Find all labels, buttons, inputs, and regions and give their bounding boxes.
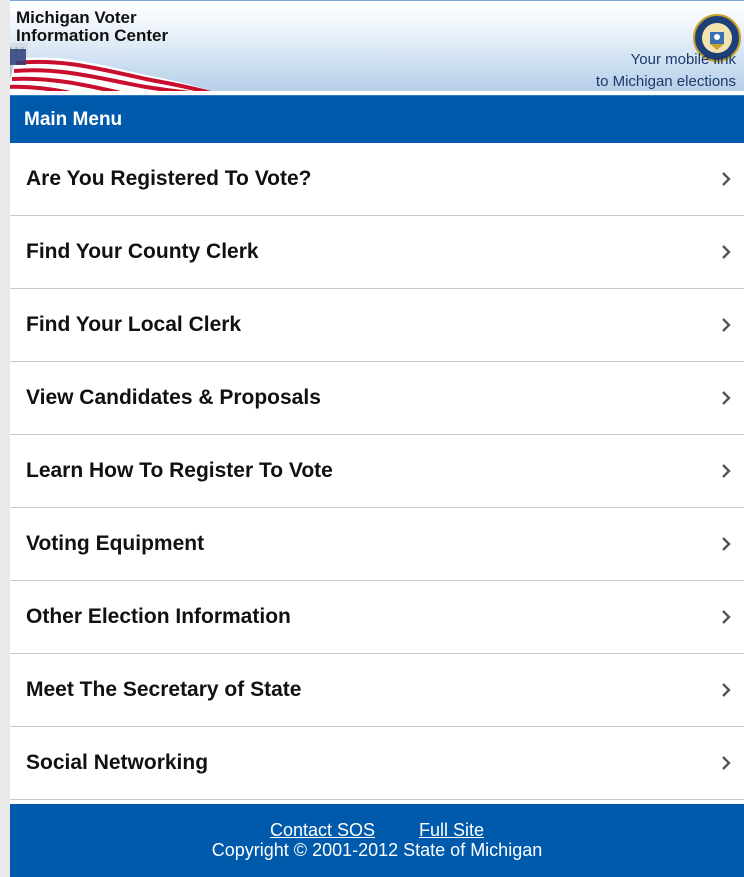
- menu-item-label: Other Election Information: [26, 605, 291, 628]
- menu-item-county-clerk[interactable]: Find Your County Clerk: [10, 216, 744, 289]
- tagline-line1: Your mobile link: [630, 51, 736, 68]
- menu-item-label: View Candidates & Proposals: [26, 386, 321, 409]
- menu-item-label: Are You Registered To Vote?: [26, 167, 312, 190]
- menu-item-registered[interactable]: Are You Registered To Vote?: [10, 143, 744, 216]
- menu-item-social-networking[interactable]: Social Networking: [10, 727, 744, 800]
- chevron-right-icon: [722, 464, 731, 478]
- menu-item-label: Social Networking: [26, 751, 209, 774]
- main-menu-title: Main Menu: [24, 109, 123, 130]
- menu-item-label: Voting Equipment: [26, 532, 205, 555]
- menu-item-label: Find Your County Clerk: [26, 240, 259, 263]
- chevron-right-icon: [722, 610, 731, 624]
- contact-sos-link[interactable]: Contact SOS: [270, 820, 375, 840]
- footer: Contact SOS Full Site Copyright © 2001-20…: [10, 804, 744, 877]
- tagline: Your mobile link to Michigan elections: [596, 49, 742, 91]
- tagline-line2: to Michigan elections: [595, 73, 736, 90]
- menu-item-other-election-info[interactable]: Other Election Information: [10, 581, 744, 654]
- chevron-right-icon: [722, 537, 731, 551]
- flag-capitol-illustration: [10, 43, 212, 91]
- chevron-right-icon: [722, 683, 731, 697]
- footer-links: Contact SOS Full Site: [10, 804, 744, 840]
- chevron-right-icon: [722, 756, 731, 770]
- copyright-text: Copyright © 2001-2012 State of Michigan: [211, 840, 543, 860]
- page: Michigan Voter Information Center Your m…: [0, 0, 744, 877]
- site-title-line1: Michigan Voter: [16, 8, 137, 27]
- menu-item-label: Meet The Secretary of State: [26, 678, 302, 701]
- menu-item-label: Learn How To Register To Vote: [26, 459, 333, 482]
- chevron-right-icon: [722, 318, 731, 332]
- menu-item-secretary-of-state[interactable]: Meet The Secretary of State: [10, 654, 744, 727]
- header-banner: Michigan Voter Information Center Your m…: [10, 0, 744, 91]
- menu-item-candidates-proposals[interactable]: View Candidates & Proposals: [10, 362, 744, 435]
- chevron-right-icon: [722, 245, 731, 259]
- chevron-right-icon: [722, 172, 731, 186]
- mobile-frame: Michigan Voter Information Center Your m…: [10, 0, 744, 877]
- menu-item-voting-equipment[interactable]: Voting Equipment: [10, 508, 744, 581]
- full-site-link[interactable]: Full Site: [419, 820, 484, 840]
- menu-item-local-clerk[interactable]: Find Your Local Clerk: [10, 289, 744, 362]
- chevron-right-icon: [722, 391, 731, 405]
- menu-item-learn-register[interactable]: Learn How To Register To Vote: [10, 435, 744, 508]
- main-menu-list: Are You Registered To Vote? Find Your Co…: [10, 143, 744, 800]
- menu-item-label: Find Your Local Clerk: [26, 313, 242, 336]
- main-menu-bar: Main Menu: [10, 95, 744, 144]
